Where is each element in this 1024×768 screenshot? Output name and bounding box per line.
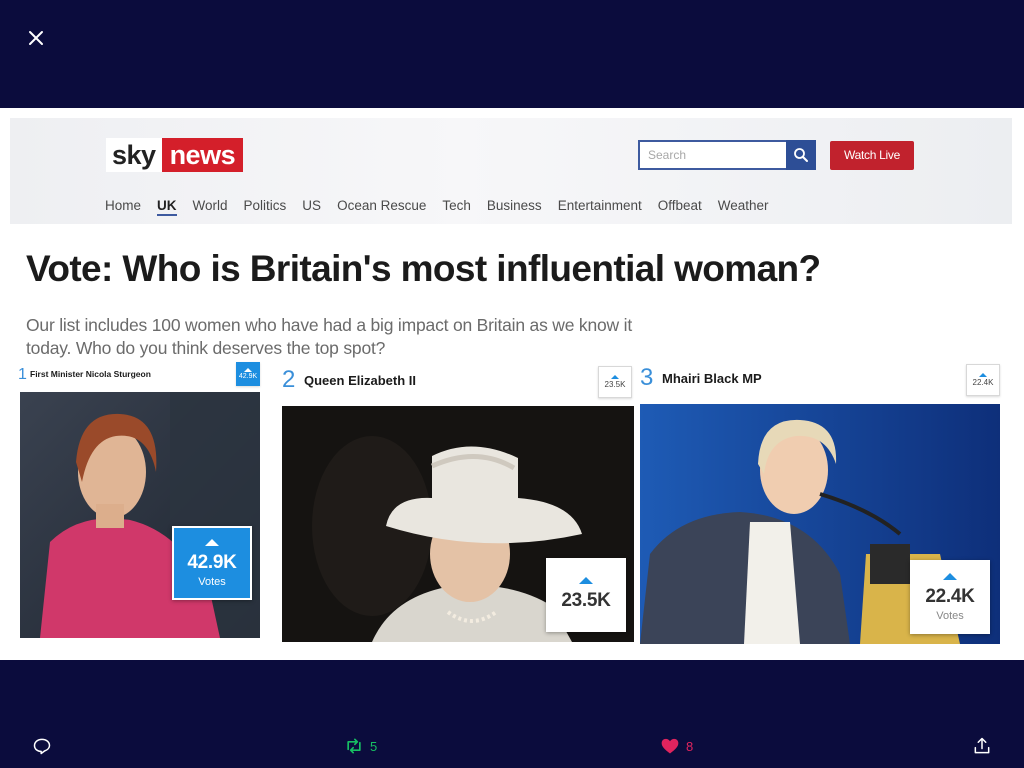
candidate-name: Mhairi Black MP: [662, 371, 762, 386]
main-nav: Home UK World Politics US Ocean Rescue T…: [105, 198, 785, 216]
upvote-arrow-icon: [205, 538, 219, 546]
article-headline: Vote: Who is Britain's most influential …: [26, 248, 821, 289]
vote-button[interactable]: 23.5K: [546, 558, 626, 632]
candidate-card-1[interactable]: 1 First Minister Nicola Sturgeon 42.9K 4…: [18, 362, 262, 640]
mini-vote-count: 23.5K: [604, 380, 626, 389]
article-intro: Our list includes 100 women who have had…: [26, 315, 632, 358]
upvote-arrow-icon: [943, 572, 957, 580]
close-icon: [29, 31, 43, 45]
mini-vote-badge[interactable]: 23.5K: [598, 366, 632, 398]
watch-live-button[interactable]: Watch Live: [830, 141, 914, 170]
candidate-rank: 1: [18, 366, 27, 383]
vote-count: 23.5K: [561, 589, 611, 611]
portrait-image: [20, 392, 260, 638]
mini-vote-badge[interactable]: 22.4K: [966, 364, 1000, 396]
mini-vote-badge[interactable]: 42.9K: [236, 362, 260, 386]
candidate-card-2[interactable]: 2 Queen Elizabeth II 23.5K 23.5K: [282, 366, 636, 644]
like-count: 8: [686, 738, 694, 754]
candidate-name: Queen Elizabeth II: [304, 373, 416, 388]
votes-label: Votes: [198, 575, 226, 588]
close-button[interactable]: [24, 26, 48, 50]
upvote-arrow-icon: [579, 576, 593, 584]
retweet-count: 5: [370, 738, 378, 754]
nav-item-weather[interactable]: Weather: [718, 198, 769, 216]
tweet-image[interactable]: sky news Watch Live Home UK World Politi…: [0, 108, 1024, 660]
share-icon: [974, 737, 990, 754]
nav-item-tech[interactable]: Tech: [442, 198, 471, 216]
like-button[interactable]: 8: [660, 736, 693, 756]
vote-count: 22.4K: [925, 585, 975, 607]
candidate-photo: 23.5K: [282, 406, 634, 642]
vote-button[interactable]: 22.4K Votes: [910, 560, 990, 634]
mini-vote-count: 22.4K: [972, 378, 994, 387]
candidate-rank: 2: [282, 366, 296, 393]
tweet-action-bar: 5 8: [0, 728, 1024, 764]
nav-item-politics[interactable]: Politics: [244, 198, 287, 216]
sky-news-logo[interactable]: sky news: [106, 138, 244, 172]
logo-sky-text: sky: [106, 138, 162, 172]
retweet-icon: [347, 738, 361, 754]
vote-button[interactable]: 42.9K Votes: [172, 526, 252, 600]
search-icon: [794, 148, 808, 162]
logo-news-text: news: [161, 138, 244, 172]
search-input[interactable]: [638, 140, 786, 170]
nav-item-offbeat[interactable]: Offbeat: [658, 198, 702, 216]
nav-item-ocean-rescue[interactable]: Ocean Rescue: [337, 198, 426, 216]
nav-item-uk[interactable]: UK: [157, 198, 177, 216]
site-header: sky news Watch Live Home UK World Politi…: [10, 118, 1012, 224]
search-button[interactable]: [786, 140, 816, 170]
nav-item-entertainment[interactable]: Entertainment: [558, 198, 642, 216]
retweet-button[interactable]: 5: [344, 736, 377, 756]
vote-count: 42.9K: [187, 551, 237, 573]
candidate-rank: 3: [640, 364, 654, 391]
mini-vote-count: 42.9K: [238, 373, 258, 380]
nav-item-business[interactable]: Business: [487, 198, 542, 216]
candidate-photo: 42.9K Votes: [20, 392, 260, 638]
nav-item-home[interactable]: Home: [105, 198, 141, 216]
nav-item-world[interactable]: World: [193, 198, 228, 216]
reply-button[interactable]: [32, 736, 52, 756]
candidate-name: First Minister Nicola Sturgeon: [30, 369, 151, 379]
reply-icon: [33, 738, 51, 755]
share-button[interactable]: [972, 736, 992, 756]
candidate-card-3[interactable]: 3 Mhairi Black MP 22.4K 22.4K Votes: [640, 364, 1004, 646]
nav-item-us[interactable]: US: [302, 198, 321, 216]
votes-label: Votes: [936, 609, 964, 622]
search-box: [638, 140, 816, 170]
heart-icon: [661, 738, 679, 754]
candidate-photo: 22.4K Votes: [640, 404, 1000, 644]
